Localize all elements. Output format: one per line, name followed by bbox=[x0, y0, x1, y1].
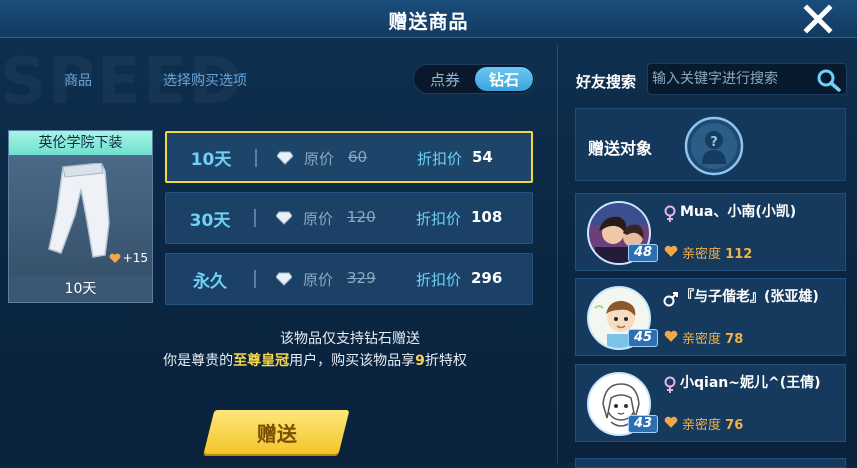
female-icon bbox=[664, 376, 676, 393]
page-title: 赠送商品 bbox=[388, 11, 469, 33]
friend-name: Mua、小南(小凯) bbox=[680, 204, 797, 220]
tab-purchase-options[interactable]: 选择购买选项 bbox=[163, 70, 247, 90]
currency-option-coupon[interactable]: 点券 bbox=[416, 67, 474, 91]
friend-level-badge: 48 bbox=[628, 244, 658, 262]
panel-divider bbox=[557, 45, 558, 463]
friend-level-badge: 43 bbox=[628, 415, 658, 433]
option-separator bbox=[254, 270, 256, 288]
top-bar: 赠送商品 bbox=[0, 0, 857, 38]
intimacy-label: 亲密度 bbox=[682, 418, 722, 433]
vip-notice-suffix: 折特权 bbox=[424, 353, 467, 369]
svg-text:?: ? bbox=[710, 135, 718, 150]
option-days: 30天 bbox=[189, 210, 231, 231]
option-row-30-days[interactable]: 30天 原价 120 折扣价 108 bbox=[165, 192, 533, 244]
heart-icon bbox=[664, 245, 678, 257]
heart-icon bbox=[664, 330, 678, 342]
discount-price: 108 bbox=[471, 208, 503, 226]
item-bonus: +15 bbox=[109, 251, 148, 265]
close-button[interactable] bbox=[801, 2, 835, 36]
intimacy-value: 78 bbox=[725, 332, 744, 347]
intimacy-value: 112 bbox=[725, 247, 753, 262]
vip-discount-notice: 你是尊贵的至尊皇冠用户，购买该物品享9折特权 bbox=[90, 350, 540, 370]
original-price-label: 原价 bbox=[304, 150, 335, 168]
heart-icon bbox=[664, 416, 678, 428]
send-button[interactable]: 赠送 bbox=[203, 410, 350, 454]
friend-level-badge: 45 bbox=[628, 329, 658, 347]
item-bonus-value: +15 bbox=[122, 251, 148, 265]
currency-option-diamond[interactable]: 钻石 bbox=[475, 67, 533, 91]
original-price: 120 bbox=[347, 208, 376, 226]
friend-item[interactable]: 48 Mua、小南(小凯) 亲密度 112 bbox=[575, 193, 846, 271]
tab-goods[interactable]: 商品 bbox=[64, 70, 92, 90]
vip-level-text: 至尊皇冠 bbox=[233, 353, 290, 369]
friend-search-label: 好友搜索 bbox=[576, 73, 637, 91]
gift-target-label: 赠送对象 bbox=[588, 139, 653, 158]
friend-intimacy: 亲密度 78 bbox=[682, 328, 743, 347]
unknown-user-icon[interactable]: ? bbox=[684, 116, 744, 176]
option-days: 永久 bbox=[193, 271, 227, 292]
friend-search-box bbox=[647, 63, 847, 95]
discount-price: 296 bbox=[471, 269, 503, 287]
option-separator bbox=[254, 209, 256, 227]
discount-price-label: 折扣价 bbox=[416, 210, 462, 228]
gift-target-box: 赠送对象 ? bbox=[575, 108, 846, 181]
vip-notice-mid: 用户，购买该物品享 bbox=[289, 353, 416, 369]
send-button-label: 赠送 bbox=[256, 421, 297, 446]
diamond-icon bbox=[277, 151, 293, 165]
search-icon[interactable] bbox=[816, 68, 842, 92]
option-row-permanent[interactable]: 永久 原价 329 折扣价 296 bbox=[165, 253, 533, 305]
original-price-label: 原价 bbox=[303, 210, 334, 228]
intimacy-label: 亲密度 bbox=[682, 332, 722, 347]
original-price: 329 bbox=[347, 269, 376, 287]
friend-intimacy: 亲密度 76 bbox=[682, 414, 743, 433]
female-icon bbox=[664, 205, 676, 222]
discount-number: 9 bbox=[415, 353, 425, 369]
friend-name: 小qian~妮儿^(王倩) bbox=[680, 375, 821, 391]
discount-price: 54 bbox=[472, 148, 493, 166]
item-card: 英伦学院下装 +15 10天 bbox=[8, 130, 153, 303]
option-row-10-days[interactable]: 10天 原价 60 折扣价 54 bbox=[165, 131, 533, 183]
original-price-label: 原价 bbox=[303, 271, 334, 289]
diamond-icon bbox=[276, 272, 292, 286]
original-price: 60 bbox=[348, 148, 368, 166]
friend-item[interactable]: 45 『与子偕老』(张亚雄) 亲密度 78 bbox=[575, 278, 846, 356]
friend-item[interactable]: 43 小qian~妮儿^(王倩) 亲密度 76 bbox=[575, 364, 846, 442]
friend-item-partial bbox=[575, 458, 846, 468]
male-icon bbox=[663, 292, 678, 307]
close-icon bbox=[803, 4, 833, 34]
option-separator bbox=[255, 149, 257, 167]
intimacy-value: 76 bbox=[725, 418, 744, 433]
diamond-icon bbox=[276, 211, 292, 225]
currency-toggle: 点券 钻石 bbox=[413, 64, 535, 94]
friend-search-input[interactable] bbox=[652, 66, 812, 92]
intimacy-label: 亲密度 bbox=[682, 247, 722, 262]
discount-price-label: 折扣价 bbox=[416, 271, 462, 289]
heart-icon bbox=[109, 253, 121, 263]
item-duration: 10天 bbox=[9, 276, 152, 302]
item-name: 英伦学院下装 bbox=[9, 131, 152, 155]
friend-name: 『与子偕老』(张亚雄) bbox=[680, 289, 819, 305]
option-days: 10天 bbox=[190, 149, 232, 170]
pants-icon bbox=[48, 163, 110, 258]
discount-price-label: 折扣价 bbox=[417, 150, 463, 168]
vip-notice-prefix: 你是尊贵的 bbox=[163, 353, 234, 369]
friend-intimacy: 亲密度 112 bbox=[682, 243, 752, 262]
diamond-only-notice: 该物品仅支持钻石赠送 bbox=[280, 331, 420, 347]
